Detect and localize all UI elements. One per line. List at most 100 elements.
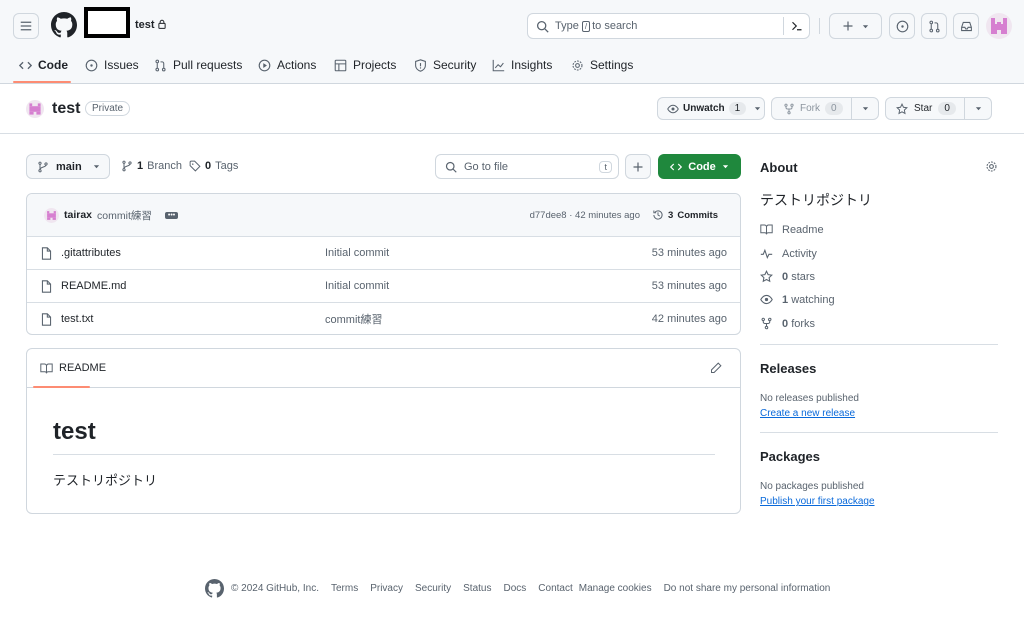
search-input[interactable]: Type / to search: [527, 13, 810, 39]
github-logo-icon[interactable]: [205, 579, 224, 598]
footer-link-status[interactable]: Status: [463, 583, 491, 594]
caret-down-icon: [722, 163, 729, 170]
footer-link-terms[interactable]: Terms: [331, 583, 358, 594]
github-logo-icon[interactable]: [51, 12, 77, 38]
about-description: テストリポジトリ: [760, 192, 872, 208]
footer: © 2024 GitHub, Inc. Terms Privacy Securi…: [205, 579, 842, 598]
pull-requests-button[interactable]: [921, 13, 947, 39]
watching-link[interactable]: 1 watching: [760, 293, 835, 306]
tab-insights[interactable]: Insights: [492, 56, 552, 74]
footer-link-docs[interactable]: Docs: [503, 583, 526, 594]
commit-meta[interactable]: d77dee8 · 42 minutes ago: [530, 210, 640, 221]
repo-name-link[interactable]: test: [135, 19, 155, 31]
file-row[interactable]: .gitattributes Initial commit 53 minutes…: [27, 236, 740, 269]
unwatch-button[interactable]: Unwatch 1: [657, 97, 765, 120]
lock-icon: [157, 19, 167, 29]
code-button[interactable]: Code: [658, 154, 741, 179]
tab-settings[interactable]: Settings: [571, 56, 633, 74]
terminal-icon: [791, 20, 803, 32]
gear-icon[interactable]: [985, 160, 998, 173]
tab-actions[interactable]: Actions: [258, 56, 316, 74]
file-name[interactable]: README.md: [61, 280, 126, 292]
commit-hash[interactable]: d77dee8: [530, 210, 567, 221]
table-icon: [334, 59, 347, 72]
file-icon: [40, 312, 53, 326]
menu-button[interactable]: [13, 13, 39, 39]
footer-link-manage-cookies[interactable]: Manage cookies: [579, 583, 652, 594]
file-commit-message[interactable]: Initial commit: [325, 280, 389, 292]
create-new-button[interactable]: [829, 13, 882, 39]
fork-icon: [760, 317, 773, 330]
readme-tab[interactable]: README: [59, 362, 106, 374]
go-to-file-input[interactable]: Go to file t: [435, 154, 619, 179]
branch-selector[interactable]: main: [26, 154, 110, 179]
command-palette-button[interactable]: [783, 17, 809, 35]
star-icon: [896, 102, 908, 115]
commit-message[interactable]: commit練習: [97, 208, 152, 223]
tags-link[interactable]: 0 Tags: [189, 160, 238, 172]
commit-time: 42 minutes ago: [575, 209, 640, 221]
tag-icon: [189, 160, 201, 172]
caret-down-icon[interactable]: [862, 105, 869, 112]
tab-pull-requests[interactable]: Pull requests: [154, 56, 242, 74]
readme-body: テストリポジトリ: [53, 473, 158, 488]
footer-link-privacy[interactable]: Privacy: [370, 583, 403, 594]
commits-label: Commits: [677, 209, 718, 221]
readme-link[interactable]: Readme: [760, 223, 824, 236]
caret-down-icon[interactable]: [975, 105, 982, 112]
active-tab-indicator: [13, 81, 71, 83]
branches-link[interactable]: 1 Branch: [121, 160, 182, 172]
create-release-link[interactable]: Create a new release: [760, 408, 855, 419]
packages-heading[interactable]: Packages: [760, 449, 820, 464]
tab-label: Code: [38, 58, 68, 72]
history-icon: [652, 209, 664, 221]
add-file-button[interactable]: [625, 154, 651, 179]
watch-count: 1: [728, 102, 747, 115]
about-item-label: forks: [791, 317, 816, 330]
packages-empty-text: No packages published: [760, 481, 864, 492]
play-icon: [258, 59, 271, 72]
commit-author[interactable]: tairax: [64, 209, 92, 221]
about-heading: About: [760, 160, 798, 175]
caret-down-icon: [754, 105, 761, 112]
file-commit-message[interactable]: commit練習: [325, 311, 382, 327]
releases-heading[interactable]: Releases: [760, 361, 816, 376]
star-button[interactable]: Star 0: [885, 97, 992, 120]
book-icon: [40, 362, 53, 375]
repo-title[interactable]: test: [52, 100, 80, 118]
activity-link[interactable]: Activity: [760, 247, 817, 260]
fork-icon: [783, 103, 795, 115]
tab-projects[interactable]: Projects: [334, 56, 396, 74]
file-commit-message[interactable]: Initial commit: [325, 247, 389, 259]
commits-count: 3: [668, 209, 674, 221]
inbox-button[interactable]: [953, 13, 979, 39]
branch-icon: [37, 161, 49, 173]
footer-link-security[interactable]: Security: [415, 583, 451, 594]
fork-button[interactable]: Fork 0: [771, 97, 879, 120]
publish-package-link[interactable]: Publish your first package: [760, 496, 875, 507]
tab-security[interactable]: Security: [414, 56, 476, 74]
releases-empty-text: No releases published: [760, 393, 859, 404]
commits-link[interactable]: 3 Commits: [652, 209, 718, 221]
code-button-label: Code: [688, 160, 716, 173]
footer-link-contact[interactable]: Contact: [538, 583, 572, 594]
file-name[interactable]: test.txt: [61, 313, 93, 325]
issues-button[interactable]: [889, 13, 915, 39]
ellipsis-button[interactable]: •••: [164, 211, 179, 219]
edit-pencil-icon[interactable]: [710, 362, 722, 374]
tab-issues[interactable]: Issues: [85, 56, 139, 74]
footer-link-do-not-share[interactable]: Do not share my personal information: [664, 583, 831, 594]
tag-label: Tags: [215, 160, 239, 172]
file-row[interactable]: test.txt commit練習 42 minutes ago: [27, 302, 740, 335]
forks-link[interactable]: 0 forks: [760, 317, 815, 330]
search-icon: [536, 20, 549, 33]
file-row[interactable]: README.md Initial commit 53 minutes ago: [27, 269, 740, 302]
stars-link[interactable]: 0 stars: [760, 270, 815, 283]
file-name[interactable]: .gitattributes: [61, 247, 121, 259]
about-item-label: stars: [791, 270, 816, 283]
readme-panel: README test テストリポジトリ: [26, 348, 741, 514]
user-avatar[interactable]: [986, 13, 1012, 39]
branch-icon: [121, 160, 133, 172]
tab-code[interactable]: Code: [19, 56, 68, 74]
readme-header: README: [27, 349, 740, 388]
